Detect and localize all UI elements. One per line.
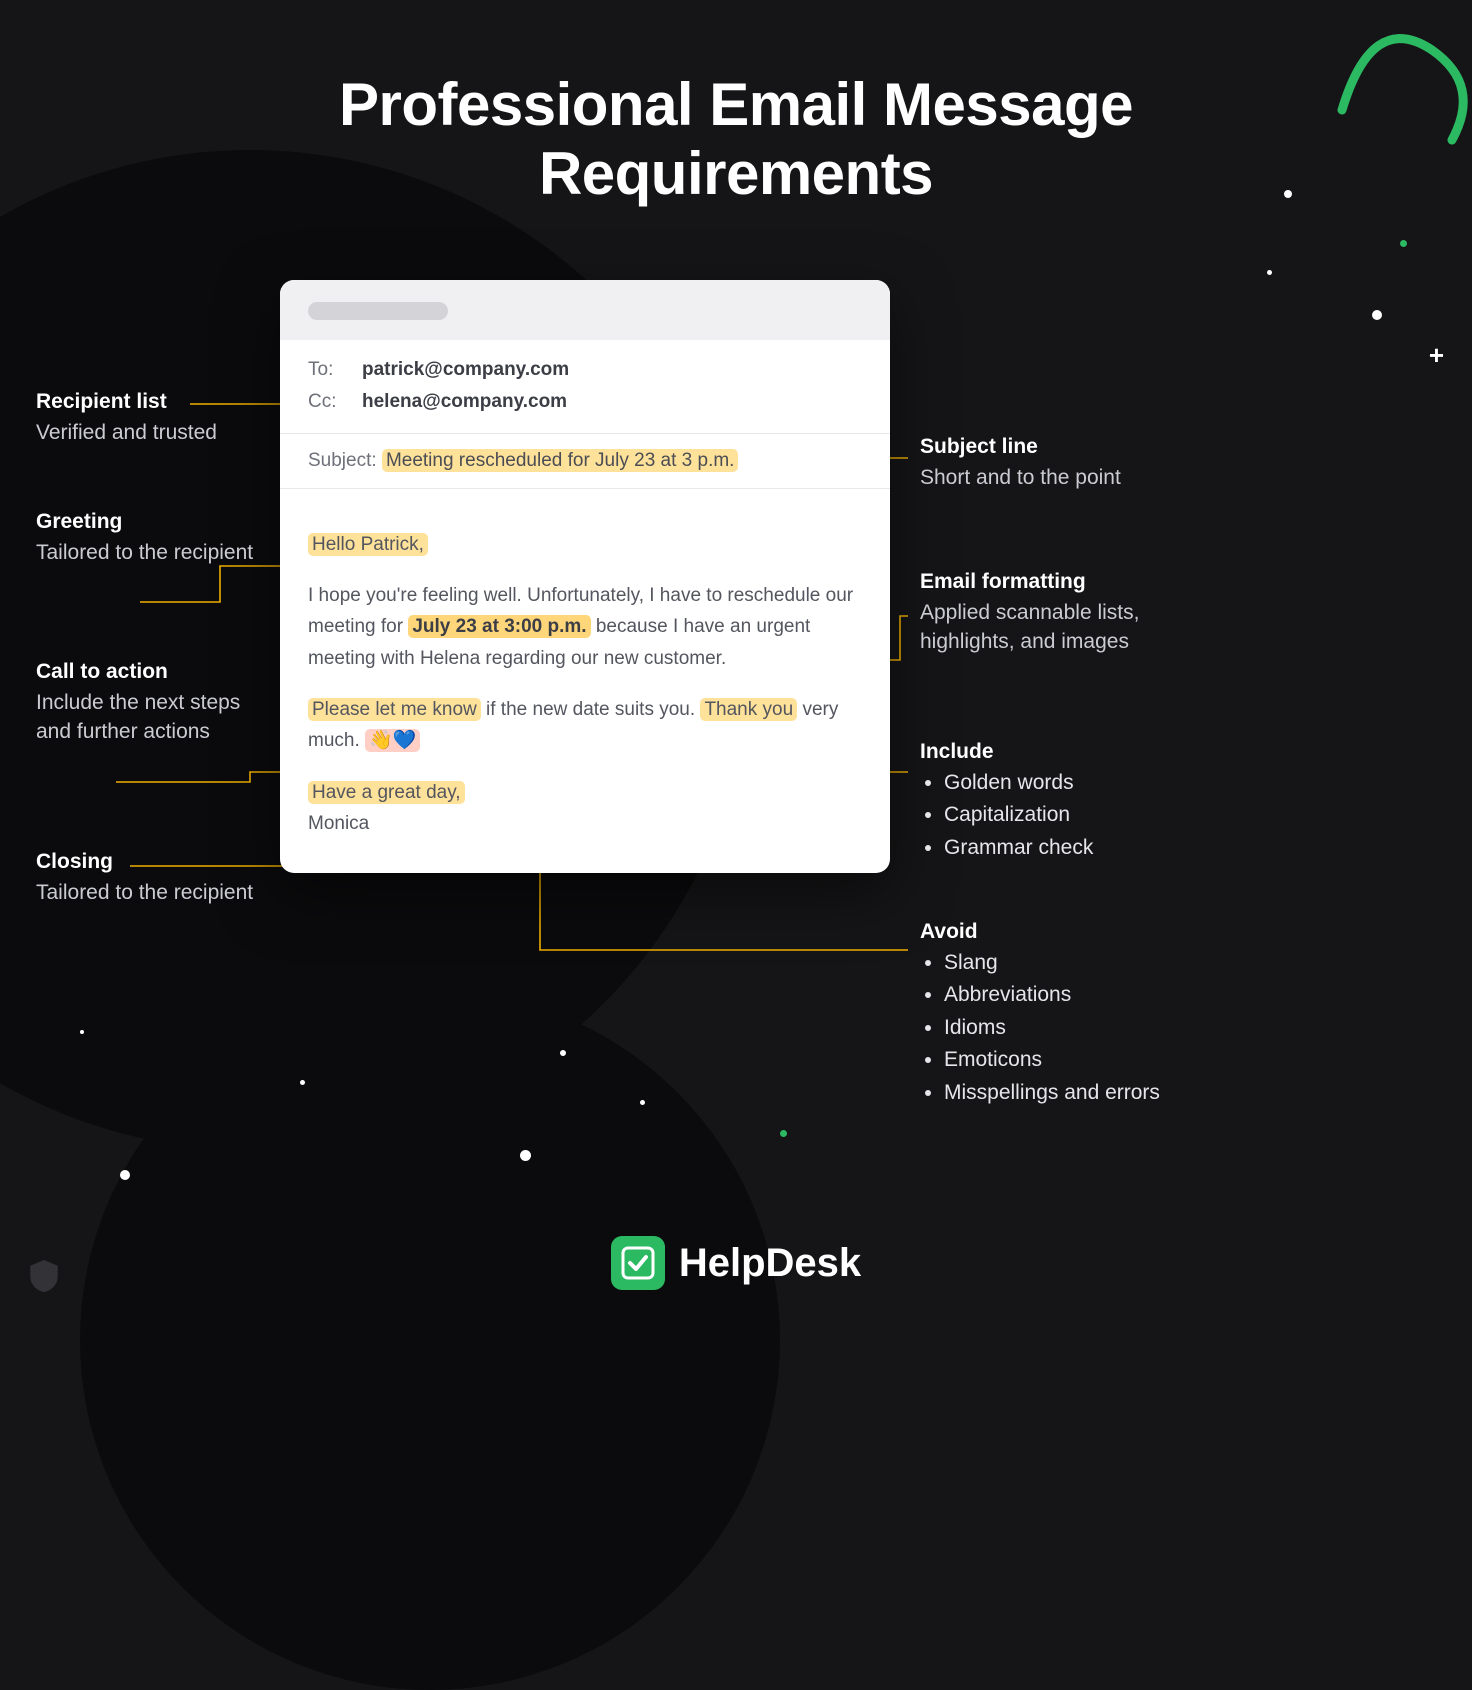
body-date-highlight: July 23 at 3:00 p.m. <box>408 615 590 638</box>
anno-recipient: Recipient list Verified and trusted <box>36 390 256 447</box>
anno-cta-title: Call to action <box>36 660 256 684</box>
footer-logo: HelpDesk <box>0 1236 1472 1290</box>
cc-label: Cc: <box>308 386 354 418</box>
anno-include: Include Golden words Capitalization Gram… <box>920 740 1180 865</box>
anno-recipient-title: Recipient list <box>36 390 256 414</box>
to-label: To: <box>308 354 354 386</box>
list-item: Grammar check <box>944 833 1180 863</box>
anno-include-list: Golden words Capitalization Grammar chec… <box>944 768 1180 863</box>
anno-closing-title: Closing <box>36 850 256 874</box>
anno-subject: Subject line Short and to the point <box>920 435 1180 492</box>
decor-dot <box>520 1150 531 1161</box>
email-titlebar <box>280 280 890 340</box>
decor-dot <box>1267 270 1272 275</box>
titlebar-placeholder <box>308 302 448 320</box>
check-icon <box>621 1246 655 1280</box>
emoji-highlight: 👋💙 <box>365 729 420 752</box>
anno-formatting: Email formatting Applied scannable lists… <box>920 570 1180 657</box>
cta-mid: if the new date suits you. <box>481 699 701 720</box>
thanks-highlight: Thank you <box>700 698 797 721</box>
signature: Monica <box>308 813 369 834</box>
email-body: Hello Patrick, I hope you're feeling wel… <box>280 489 890 874</box>
helpdesk-icon <box>611 1236 665 1290</box>
anno-subject-desc: Short and to the point <box>920 463 1180 492</box>
anno-recipient-desc: Verified and trusted <box>36 418 256 447</box>
title-line-1: Professional Email Message <box>339 71 1133 138</box>
recipient-section: To: patrick@company.com Cc: helena@compa… <box>280 340 890 434</box>
decor-dot <box>80 1030 84 1034</box>
subject-label: Subject: <box>308 450 377 471</box>
page-title: Professional Email Message Requirements <box>0 70 1472 208</box>
decor-dot <box>300 1080 305 1085</box>
anno-include-title: Include <box>920 740 1180 764</box>
decor-dot <box>780 1130 787 1137</box>
anno-avoid-list: Slang Abbreviations Idioms Emoticons Mis… <box>944 948 1180 1108</box>
anno-avoid-title: Avoid <box>920 920 1180 944</box>
anno-cta: Call to action Include the next steps an… <box>36 660 256 747</box>
email-card: To: patrick@company.com Cc: helena@compa… <box>280 280 890 873</box>
anno-formatting-title: Email formatting <box>920 570 1180 594</box>
to-row: To: patrick@company.com <box>308 354 862 386</box>
cc-value: helena@company.com <box>362 386 567 418</box>
anno-formatting-desc: Applied scannable lists, highlights, and… <box>920 598 1180 657</box>
list-item: Emoticons <box>944 1045 1180 1075</box>
subject-section: Subject: Meeting rescheduled for July 23… <box>280 434 890 489</box>
cta-paragraph: Please let me know if the new date suits… <box>308 694 862 757</box>
anno-greeting: Greeting Tailored to the recipient <box>36 510 256 567</box>
bg-blob-2 <box>80 990 780 1690</box>
title-line-2: Requirements <box>539 140 933 207</box>
cta-highlight: Please let me know <box>308 698 481 721</box>
anno-greeting-title: Greeting <box>36 510 256 534</box>
list-item: Abbreviations <box>944 980 1180 1010</box>
closing-paragraph: Have a great day, Monica <box>308 777 862 840</box>
decor-dot <box>640 1100 645 1105</box>
anno-greeting-desc: Tailored to the recipient <box>36 538 256 567</box>
decor-plus: + <box>1429 340 1444 371</box>
decor-dot <box>1372 310 1382 320</box>
decor-dot <box>1400 240 1407 247</box>
anno-closing-desc: Tailored to the recipient <box>36 878 256 907</box>
to-value: patrick@company.com <box>362 354 569 386</box>
greeting-text: Hello Patrick, <box>308 533 428 556</box>
closing-highlight: Have a great day, <box>308 781 465 804</box>
list-item: Idioms <box>944 1013 1180 1043</box>
list-item: Slang <box>944 948 1180 978</box>
subject-value: Meeting rescheduled for July 23 at 3 p.m… <box>382 449 739 472</box>
list-item: Misspellings and errors <box>944 1078 1180 1108</box>
decor-dot <box>120 1170 130 1180</box>
list-item: Capitalization <box>944 800 1180 830</box>
anno-avoid: Avoid Slang Abbreviations Idioms Emotico… <box>920 920 1180 1110</box>
anno-cta-desc: Include the next steps and further actio… <box>36 688 256 747</box>
anno-closing: Closing Tailored to the recipient <box>36 850 256 907</box>
decor-dot <box>560 1050 566 1056</box>
cc-row: Cc: helena@company.com <box>308 386 862 418</box>
helpdesk-wordmark: HelpDesk <box>679 1241 861 1286</box>
body-paragraph: I hope you're feeling well. Unfortunatel… <box>308 580 862 674</box>
anno-subject-title: Subject line <box>920 435 1180 459</box>
list-item: Golden words <box>944 768 1180 798</box>
